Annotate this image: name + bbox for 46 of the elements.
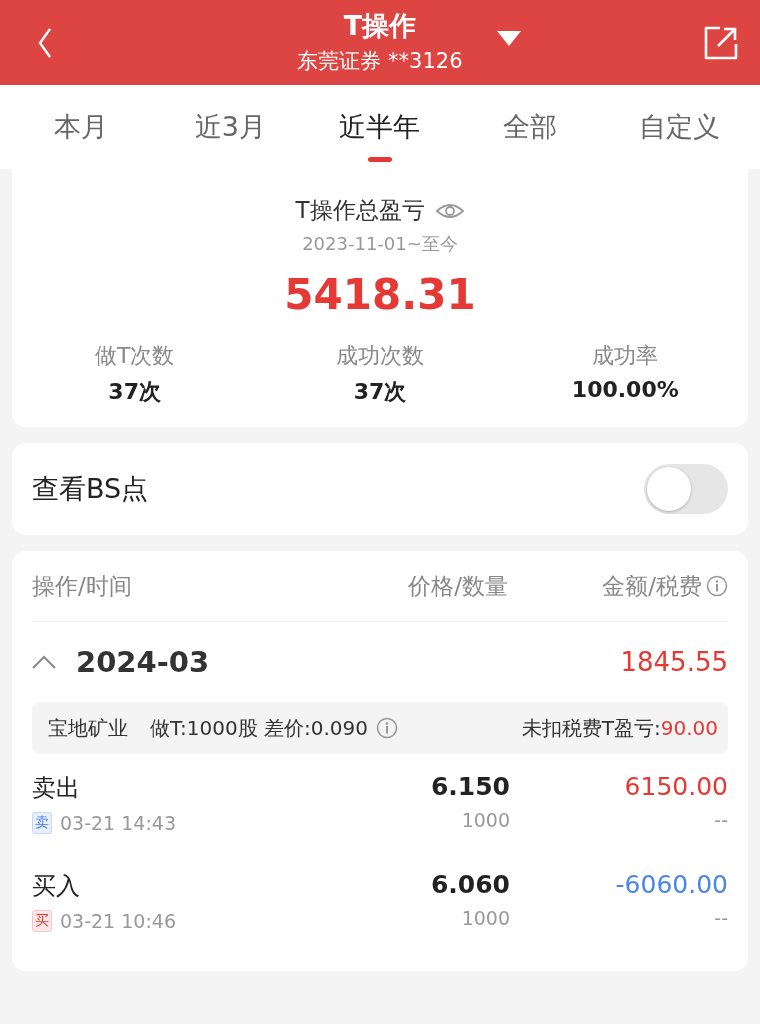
stat-label: 成功次数 [336, 342, 424, 370]
trade-action: 买入 [32, 871, 81, 902]
tab-indicator [368, 157, 392, 162]
trade-price: 6.150 [430, 772, 510, 801]
stat-value: 100.00% [571, 377, 679, 402]
period-tab[interactable]: 近半年 [305, 85, 455, 169]
stat-value: 37次 [108, 378, 161, 406]
account-label: 东莞证券 **3126 [297, 48, 463, 75]
trade-amount: 6150.00 [624, 772, 728, 801]
page-title: T操作 [343, 10, 417, 41]
chevron-up-icon[interactable] [32, 654, 56, 670]
period-tab[interactable]: 自定义 [604, 85, 754, 169]
stat-label: 成功率 [592, 342, 659, 370]
toggle-switch[interactable] [644, 464, 728, 514]
profit-text: 未扣税费T盈亏:90.00 [521, 714, 718, 742]
dropdown-icon[interactable] [497, 31, 521, 46]
period-tab[interactable]: 全部 [454, 85, 605, 169]
trade-tag: 卖 [32, 812, 52, 834]
trade-quantity: 1000 [461, 907, 510, 929]
stock-name: 宝地矿业 [48, 714, 128, 742]
period-tab[interactable]: 本月 [6, 85, 156, 169]
trade-price: 6.060 [430, 870, 510, 899]
toggle-label: 查看BS点 [32, 472, 149, 506]
share-icon[interactable] [704, 25, 738, 60]
period-tab[interactable]: 近3月 [155, 85, 306, 169]
trade-fee: -- [714, 907, 728, 929]
trade-info: 做T:1000股 差价:0.090 [150, 714, 368, 742]
trade-tag: 买 [32, 910, 52, 932]
trade-fee: -- [714, 809, 728, 831]
month-total: 1845.55 [620, 647, 728, 677]
summary-title: T操作总盈亏 [295, 196, 425, 225]
stat-label: 做T次数 [94, 342, 175, 370]
column-header: 价格/数量 [408, 572, 508, 599]
column-header: 金额/税费 [602, 571, 702, 601]
total-profit: 5418.31 [284, 270, 476, 319]
trade-quantity: 1000 [461, 809, 510, 831]
trade-amount: -6060.00 [615, 870, 728, 899]
info-icon[interactable] [706, 575, 728, 597]
date-range: 2023-11-01~至今 [302, 232, 458, 256]
trade-time: 03-21 10:46 [60, 910, 176, 932]
stat-value: 37次 [353, 378, 407, 406]
month-label: 2024-03 [76, 645, 210, 679]
trade-action: 卖出 [32, 773, 81, 804]
trade-time: 03-21 14:43 [60, 812, 176, 834]
info-icon[interactable] [376, 717, 398, 739]
column-header: 操作/时间 [32, 572, 132, 599]
